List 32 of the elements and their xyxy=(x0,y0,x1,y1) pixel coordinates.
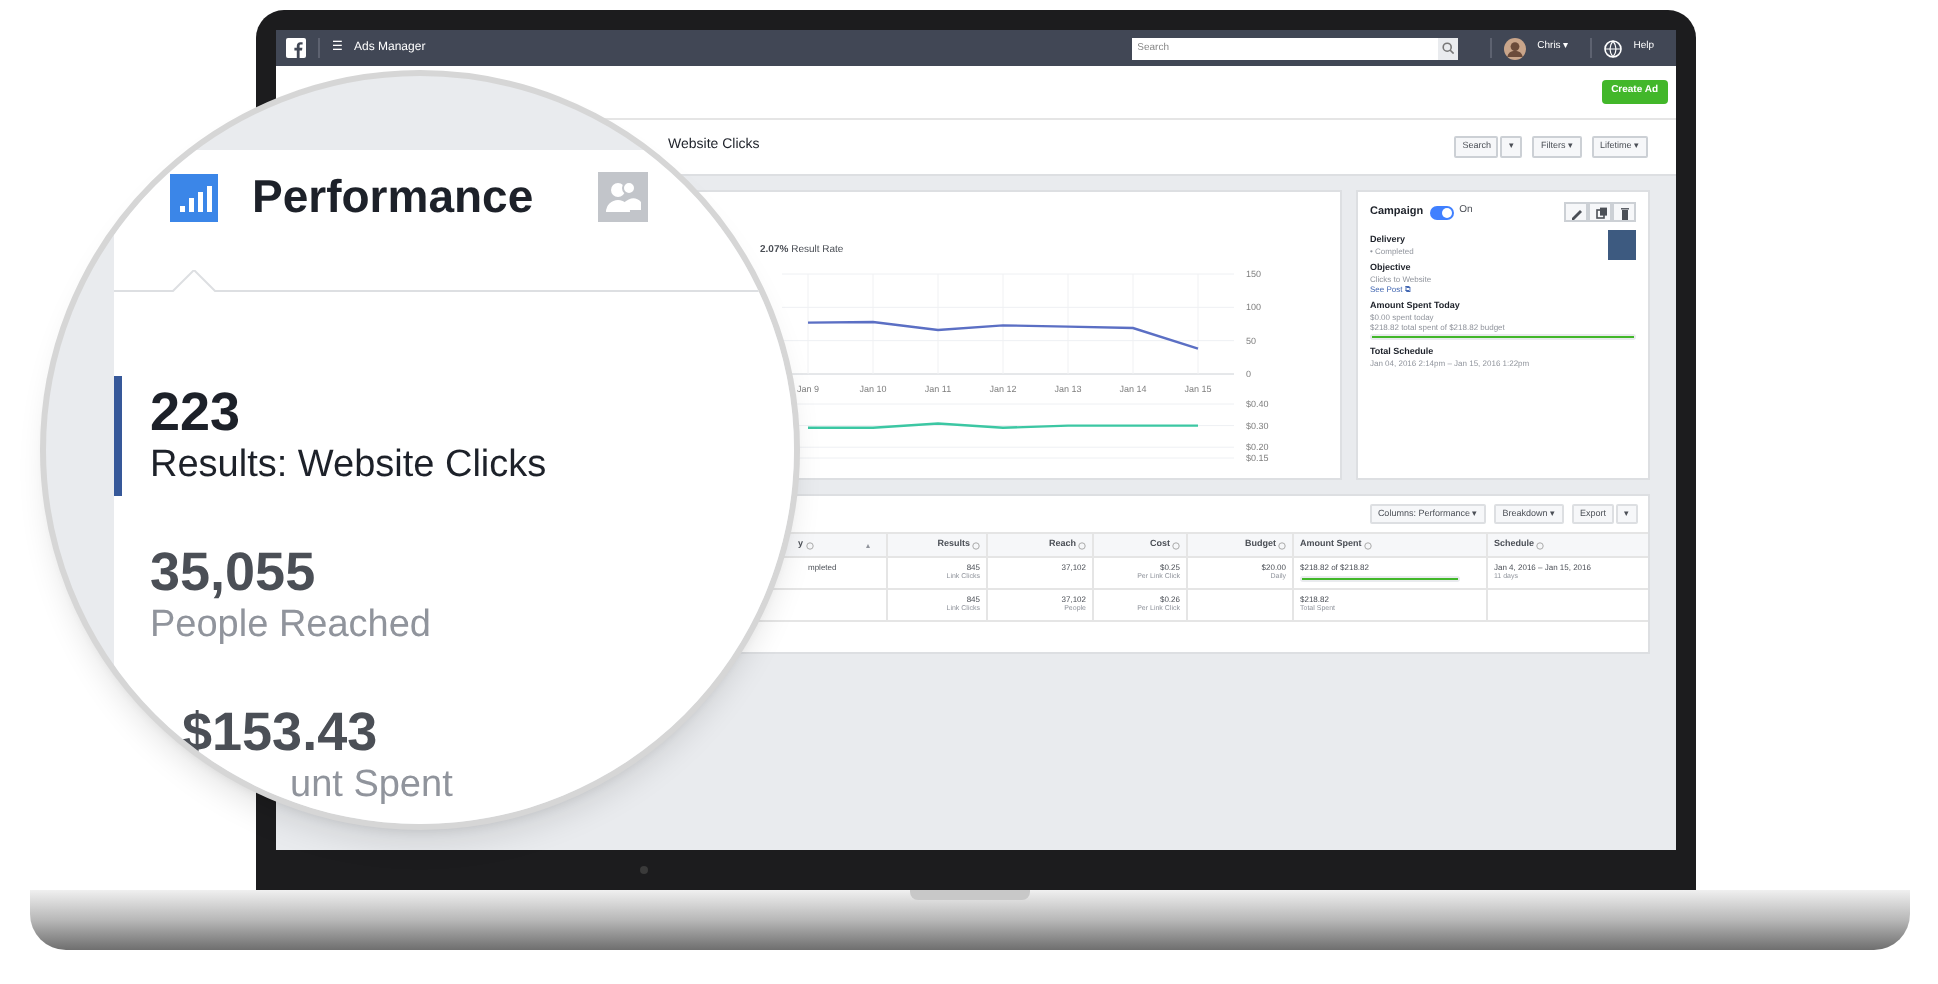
metric-label: People Reached xyxy=(150,602,433,650)
search-button[interactable] xyxy=(1437,37,1458,59)
info-icon xyxy=(1278,541,1286,549)
action-button[interactable] xyxy=(1588,202,1612,222)
metric-item[interactable]: $153.43 unt Spent xyxy=(114,696,794,816)
people-icon xyxy=(598,172,648,222)
globe-icon xyxy=(1603,39,1622,57)
info-icon xyxy=(1078,541,1086,549)
action-button[interactable] xyxy=(1564,202,1588,222)
metric-label: Results: Website Clicks xyxy=(150,442,549,490)
info-icon xyxy=(972,541,980,549)
info-icon xyxy=(1363,541,1372,549)
info-icon xyxy=(1172,541,1180,549)
campaign-toggle[interactable] xyxy=(1429,205,1454,219)
photo-placeholder xyxy=(1608,230,1636,260)
metric-value: $153.43 xyxy=(182,702,380,762)
tab[interactable]: Performance xyxy=(170,148,598,290)
info-icon xyxy=(805,541,814,549)
facebook-logo-icon xyxy=(286,38,306,58)
trash-icon xyxy=(1615,203,1633,221)
bar-chart-icon xyxy=(170,173,218,221)
action-button[interactable] xyxy=(1612,202,1636,222)
metric-value: 35,055 xyxy=(150,542,318,602)
hinge-notch xyxy=(910,890,1030,900)
avatar-icon xyxy=(1503,37,1526,59)
copy-icon xyxy=(1591,203,1609,221)
metric-value: 223 xyxy=(150,382,243,442)
info-icon xyxy=(1536,541,1545,549)
metric-item[interactable]: 35,055 People Reached xyxy=(114,536,794,656)
metric-item[interactable]: 223 Results: Website Clicks xyxy=(114,376,794,496)
metric-label: unt Spent xyxy=(288,762,455,810)
search-icon xyxy=(1441,42,1454,54)
